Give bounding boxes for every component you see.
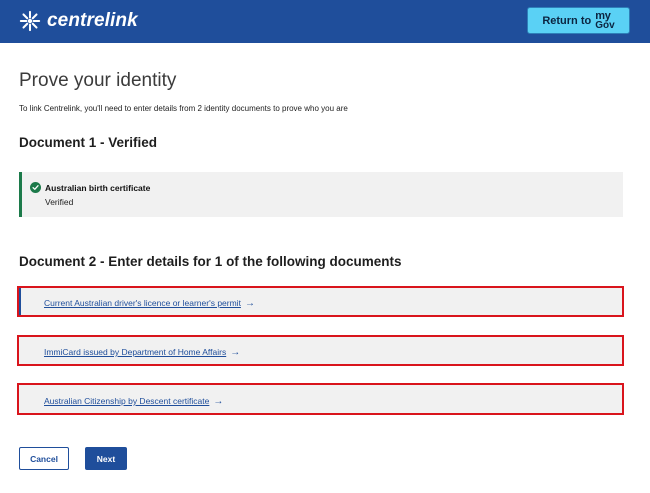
option-immicard[interactable]: ImmiCard issued by Department of Home Af… xyxy=(17,335,624,366)
page-title: Prove your identity xyxy=(19,70,177,91)
intro-text: To link Centrelink, you'll need to enter… xyxy=(19,104,348,113)
option-citizenship-by-descent[interactable]: Australian Citizenship by Descent certif… xyxy=(17,383,624,415)
arrow-right-icon: → xyxy=(230,347,241,358)
next-button[interactable]: Next xyxy=(85,447,127,470)
centrelink-logo[interactable]: centrelink xyxy=(19,9,138,33)
brand-name: centrelink xyxy=(47,10,138,31)
return-to-mygov-button[interactable]: Return to my Gov xyxy=(527,7,630,34)
option-link[interactable]: ImmiCard issued by Department of Home Af… xyxy=(44,347,240,358)
option-drivers-licence[interactable]: Current Australian driver's licence or l… xyxy=(17,286,624,317)
return-label: Return to xyxy=(542,14,592,27)
cancel-button[interactable]: Cancel xyxy=(19,447,69,470)
verified-status: Verified xyxy=(45,197,74,207)
document-1-heading: Document 1 - Verified xyxy=(19,135,158,150)
document-2-heading: Document 2 - Enter details for 1 of the … xyxy=(19,254,402,269)
option-link[interactable]: Australian Citizenship by Descent certif… xyxy=(44,396,223,407)
mygov-logo: my Gov xyxy=(595,9,615,31)
arrow-right-icon: → xyxy=(244,298,255,309)
verified-document-title: Australian birth certificate xyxy=(45,183,151,193)
centrelink-star-icon xyxy=(19,10,41,32)
verified-document-card: Australian birth certificate Verified xyxy=(19,172,623,217)
arrow-right-icon: → xyxy=(213,396,224,407)
check-circle-icon xyxy=(30,182,41,193)
option-link[interactable]: Current Australian driver's licence or l… xyxy=(44,298,255,309)
top-header: centrelink Return to my Gov xyxy=(0,0,650,43)
selected-indicator xyxy=(19,288,21,315)
